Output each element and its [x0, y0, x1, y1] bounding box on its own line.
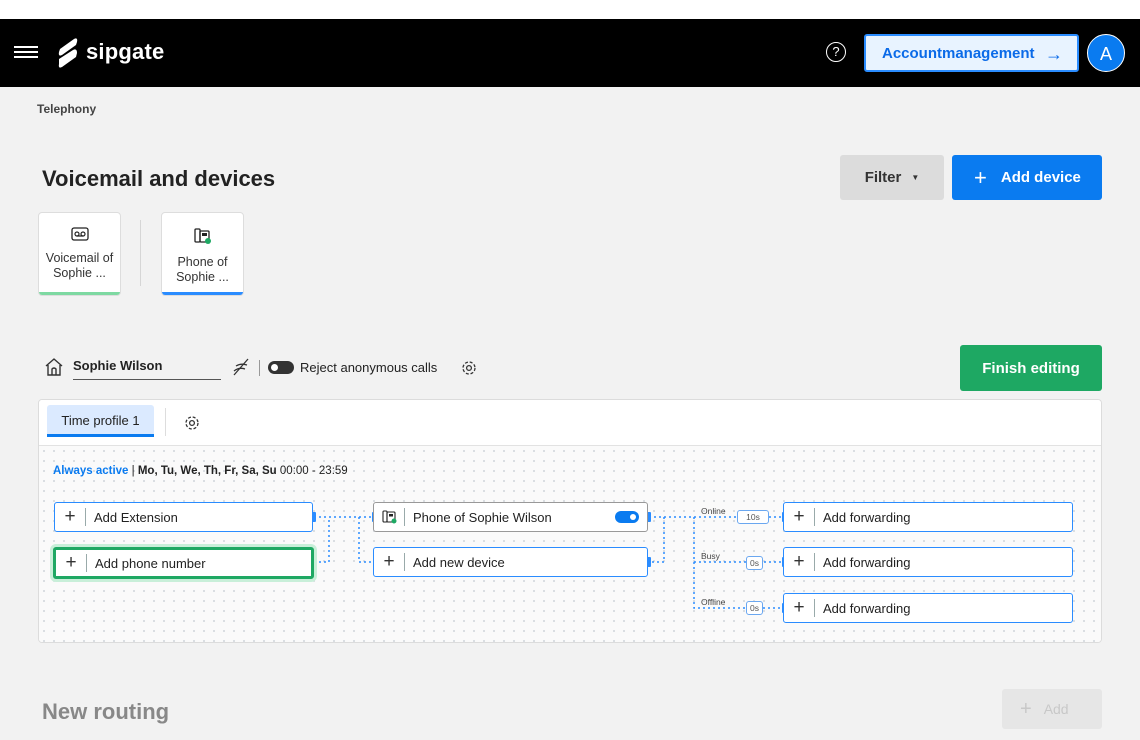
voicemail-icon — [70, 227, 89, 241]
sipgate-logo-icon — [58, 38, 78, 68]
time-profile-tabs: Time profile 1 — [39, 400, 1101, 446]
plus-icon: + — [65, 552, 77, 573]
redirect-disabled-icon[interactable] — [231, 357, 251, 377]
add-phone-number-label: Add phone number — [95, 555, 206, 571]
delay-pill-offline[interactable]: 0s — [746, 601, 763, 615]
add-phone-number-node[interactable]: + Add phone number — [53, 547, 314, 579]
routing-name-input[interactable]: Sophie Wilson — [73, 358, 221, 380]
add-new-device-node[interactable]: + Add new device — [373, 547, 648, 577]
plus-icon: + — [793, 506, 805, 527]
route-condition-online: Online — [701, 506, 726, 516]
add-forwarding-label: Add forwarding — [823, 554, 911, 570]
device-card-line1: Voicemail of — [45, 251, 114, 265]
device-card-line1: Phone of — [177, 255, 228, 269]
reject-anonymous-label: Reject anonymous calls — [300, 360, 438, 375]
add-extension-label: Add Extension — [94, 509, 178, 525]
accountmanagement-label: Accountmanagement — [882, 44, 1035, 62]
plus-icon: + — [1020, 697, 1032, 720]
page-title: Voicemail and devices — [42, 166, 276, 191]
route-condition-offline: Offline — [701, 597, 726, 607]
device-card-accent — [39, 292, 120, 295]
avatar[interactable]: A — [1087, 34, 1125, 72]
gear-icon[interactable] — [459, 358, 479, 378]
phone-icon — [193, 228, 211, 244]
home-icon — [45, 358, 63, 376]
device-card-voicemail[interactable]: Voicemail of Sophie ... — [38, 212, 121, 296]
routing-canvas: Always active | Mo, Tu, We, Th, Fr, Sa, … — [39, 446, 1101, 642]
add-device-button[interactable]: + Add device — [952, 155, 1102, 200]
caret-down-icon: ▼ — [911, 173, 920, 182]
accountmanagement-button[interactable]: Accountmanagement → — [864, 34, 1079, 72]
add-forwarding-label: Add forwarding — [823, 600, 911, 616]
arrow-right-icon: → — [1045, 44, 1063, 64]
add-new-device-label: Add new device — [413, 554, 505, 570]
add-device-label: Add device — [1000, 169, 1081, 186]
new-routing-title: New routing — [42, 699, 170, 724]
phone-icon — [382, 510, 397, 524]
schedule-time: 00:00 - 23:59 — [279, 465, 348, 477]
device-card-phone[interactable]: Phone of Sophie ... — [161, 212, 244, 296]
filter-label: Filter — [864, 169, 902, 186]
add-routing-button[interactable]: + Add — [1002, 689, 1102, 729]
gear-icon[interactable] — [182, 413, 202, 433]
top-navbar: sipgate ? Accountmanagement → A — [0, 19, 1140, 87]
schedule-summary: Always active | Mo, Tu, We, Th, Fr, Sa, … — [53, 465, 348, 477]
add-extension-node[interactable]: + Add Extension — [54, 502, 313, 532]
schedule-active-label[interactable]: Always active — [53, 465, 128, 477]
add-forwarding-offline[interactable]: + Add forwarding — [783, 593, 1073, 623]
schedule-days: Mo, Tu, We, Th, Fr, Sa, Su — [137, 465, 277, 477]
routing-panel: Time profile 1 Always active | Mo, Tu, W… — [38, 399, 1102, 643]
node-divider — [404, 508, 405, 526]
device-card-line2: Sophie ... — [176, 270, 229, 284]
node-divider — [814, 508, 815, 526]
finish-editing-button[interactable]: Finish editing — [960, 345, 1102, 391]
brand-name: sipgate — [86, 39, 165, 64]
divider — [259, 360, 260, 376]
node-divider — [86, 554, 87, 572]
delay-pill-busy[interactable]: 0s — [746, 556, 763, 570]
schedule-separator: | — [131, 465, 135, 477]
tab-divider — [165, 408, 166, 436]
plus-icon: + — [64, 506, 76, 527]
menu-icon[interactable] — [14, 43, 38, 61]
cards-divider — [140, 220, 141, 286]
add-forwarding-busy[interactable]: + Add forwarding — [783, 547, 1073, 577]
tab-time-profile-1[interactable]: Time profile 1 — [47, 405, 154, 437]
plus-icon: + — [383, 551, 395, 572]
node-divider — [85, 508, 86, 526]
plus-icon: + — [974, 164, 987, 190]
device-enabled-toggle[interactable] — [615, 511, 639, 523]
device-phone-name: Phone of Sophie Wilson — [413, 509, 552, 525]
node-divider — [814, 599, 815, 617]
breadcrumb[interactable]: Telephony — [37, 102, 96, 116]
delay-pill-online[interactable]: 10s — [737, 510, 769, 524]
add-routing-label: Add — [1043, 701, 1069, 717]
reject-anonymous-toggle[interactable] — [268, 361, 294, 374]
filter-button[interactable]: Filter ▼ — [840, 155, 944, 200]
add-forwarding-label: Add forwarding — [823, 509, 911, 525]
plus-icon: + — [793, 551, 805, 572]
help-icon[interactable]: ? — [826, 42, 846, 62]
device-card-line2: Sophie ... — [53, 266, 106, 280]
plus-icon: + — [793, 597, 805, 618]
node-divider — [404, 553, 405, 571]
device-node-phone[interactable]: Phone of Sophie Wilson — [373, 502, 648, 532]
device-card-accent — [162, 292, 243, 295]
node-divider — [814, 553, 815, 571]
top-strip — [0, 0, 1140, 19]
add-forwarding-online[interactable]: + Add forwarding — [783, 502, 1073, 532]
route-condition-busy: Busy — [701, 551, 720, 561]
